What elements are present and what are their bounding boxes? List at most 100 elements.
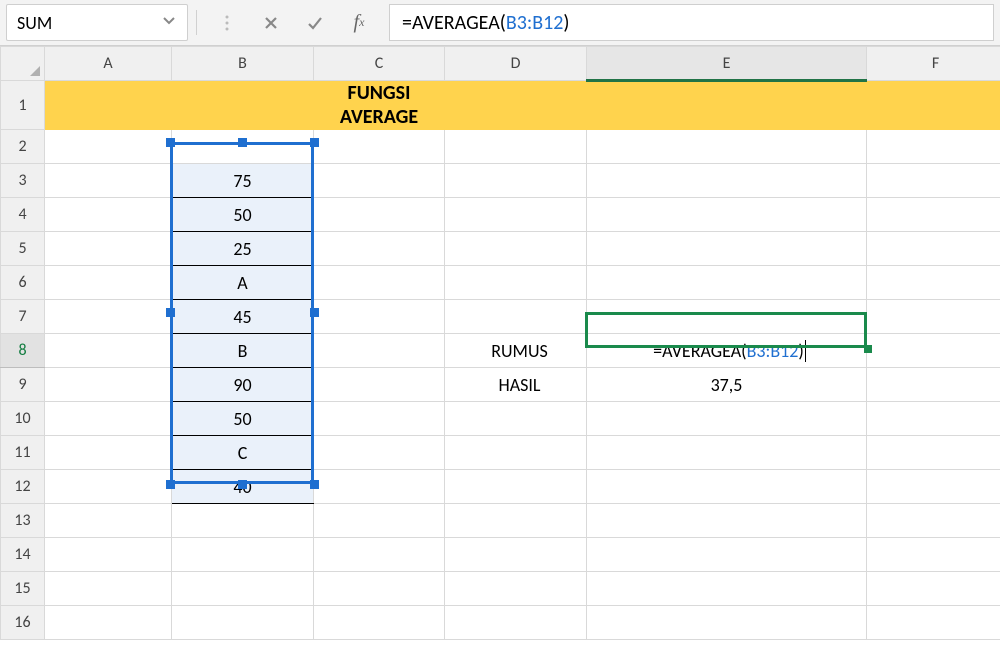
label-hasil[interactable]: HASIL	[445, 368, 587, 402]
cell-B3[interactable]: 75	[172, 164, 314, 198]
cell[interactable]	[587, 266, 867, 300]
cell[interactable]	[314, 368, 445, 402]
row-header-9[interactable]: 9	[1, 368, 45, 402]
cell[interactable]	[445, 164, 587, 198]
range-handle[interactable]	[166, 138, 175, 147]
row-header-4[interactable]: 4	[1, 198, 45, 232]
cell[interactable]	[314, 538, 445, 572]
cell[interactable]	[587, 436, 867, 470]
cell[interactable]	[445, 470, 587, 504]
cell[interactable]	[867, 436, 1000, 470]
cell[interactable]	[587, 572, 867, 606]
col-header-F[interactable]: F	[867, 47, 1000, 81]
cell[interactable]	[314, 402, 445, 436]
cell[interactable]	[867, 572, 1000, 606]
name-box[interactable]: SUM	[6, 4, 188, 41]
cell[interactable]	[314, 606, 445, 640]
cell[interactable]	[172, 538, 314, 572]
cell[interactable]	[172, 504, 314, 538]
cell[interactable]	[45, 436, 172, 470]
cell[interactable]	[587, 504, 867, 538]
cell[interactable]	[314, 232, 445, 266]
cell[interactable]	[314, 300, 445, 334]
cell[interactable]	[867, 266, 1000, 300]
label-rumus[interactable]: RUMUS	[445, 334, 587, 368]
cell[interactable]	[445, 266, 587, 300]
cell[interactable]	[314, 164, 445, 198]
cell-B11[interactable]: C	[172, 436, 314, 470]
cell[interactable]	[445, 402, 587, 436]
cell[interactable]	[867, 470, 1000, 504]
cancel-icon[interactable]	[249, 4, 293, 41]
cell[interactable]	[867, 606, 1000, 640]
row-header-2[interactable]: 2	[1, 130, 45, 164]
range-handle[interactable]	[166, 308, 175, 317]
cell[interactable]	[445, 198, 587, 232]
cell[interactable]	[445, 538, 587, 572]
cell[interactable]	[45, 266, 172, 300]
cell[interactable]	[45, 504, 172, 538]
cell[interactable]	[45, 334, 172, 368]
cell[interactable]	[445, 572, 587, 606]
row-header-10[interactable]: 10	[1, 402, 45, 436]
row-header-14[interactable]: 14	[1, 538, 45, 572]
row-header-16[interactable]: 16	[1, 606, 45, 640]
cell[interactable]	[587, 538, 867, 572]
cell-B5[interactable]: 25	[172, 232, 314, 266]
cell[interactable]	[314, 436, 445, 470]
cell[interactable]	[314, 504, 445, 538]
range-handle[interactable]	[310, 138, 319, 147]
cell[interactable]	[445, 504, 587, 538]
cell[interactable]	[867, 538, 1000, 572]
col-header-C[interactable]: C	[314, 47, 445, 81]
cell-B9[interactable]: 90	[172, 368, 314, 402]
cell[interactable]	[45, 538, 172, 572]
cell[interactable]	[45, 572, 172, 606]
range-handle[interactable]	[310, 480, 319, 489]
range-handle[interactable]	[310, 308, 319, 317]
cell-B10[interactable]: 50	[172, 402, 314, 436]
row-header-6[interactable]: 6	[1, 266, 45, 300]
cell[interactable]	[587, 606, 867, 640]
cell[interactable]	[587, 198, 867, 232]
check-icon[interactable]	[293, 4, 337, 41]
fill-handle[interactable]	[864, 345, 872, 353]
cell[interactable]	[45, 300, 172, 334]
cell-B8[interactable]: B	[172, 334, 314, 368]
row-header-1[interactable]: 1	[1, 81, 45, 130]
row-header-7[interactable]: 7	[1, 300, 45, 334]
cell-B6[interactable]: A	[172, 266, 314, 300]
row-header-13[interactable]: 13	[1, 504, 45, 538]
fx-icon[interactable]: fx	[337, 4, 381, 41]
cell[interactable]	[314, 198, 445, 232]
row-header-15[interactable]: 15	[1, 572, 45, 606]
cell[interactable]	[314, 266, 445, 300]
cell[interactable]	[867, 164, 1000, 198]
cell[interactable]	[867, 368, 1000, 402]
cell[interactable]	[867, 198, 1000, 232]
select-all-corner[interactable]	[1, 47, 45, 81]
cell[interactable]	[45, 164, 172, 198]
cell[interactable]	[45, 368, 172, 402]
row-header-11[interactable]: 11	[1, 436, 45, 470]
row-header-5[interactable]: 5	[1, 232, 45, 266]
row-header-8[interactable]: 8	[1, 334, 45, 368]
range-handle[interactable]	[238, 138, 247, 147]
col-header-E[interactable]: E	[587, 47, 867, 81]
cell[interactable]	[445, 130, 587, 164]
cell-B4[interactable]: 50	[172, 198, 314, 232]
cell[interactable]	[445, 232, 587, 266]
cell[interactable]	[867, 300, 1000, 334]
cell-B7[interactable]: 45	[172, 300, 314, 334]
cell[interactable]	[587, 164, 867, 198]
cell[interactable]	[45, 232, 172, 266]
caret-down-icon[interactable]	[159, 10, 179, 35]
cell[interactable]	[867, 402, 1000, 436]
cell[interactable]	[445, 81, 587, 130]
range-handle[interactable]	[166, 480, 175, 489]
dots-vertical-icon[interactable]	[205, 4, 249, 41]
cell[interactable]	[172, 572, 314, 606]
cell[interactable]	[587, 232, 867, 266]
cell[interactable]	[314, 572, 445, 606]
cell[interactable]	[314, 334, 445, 368]
